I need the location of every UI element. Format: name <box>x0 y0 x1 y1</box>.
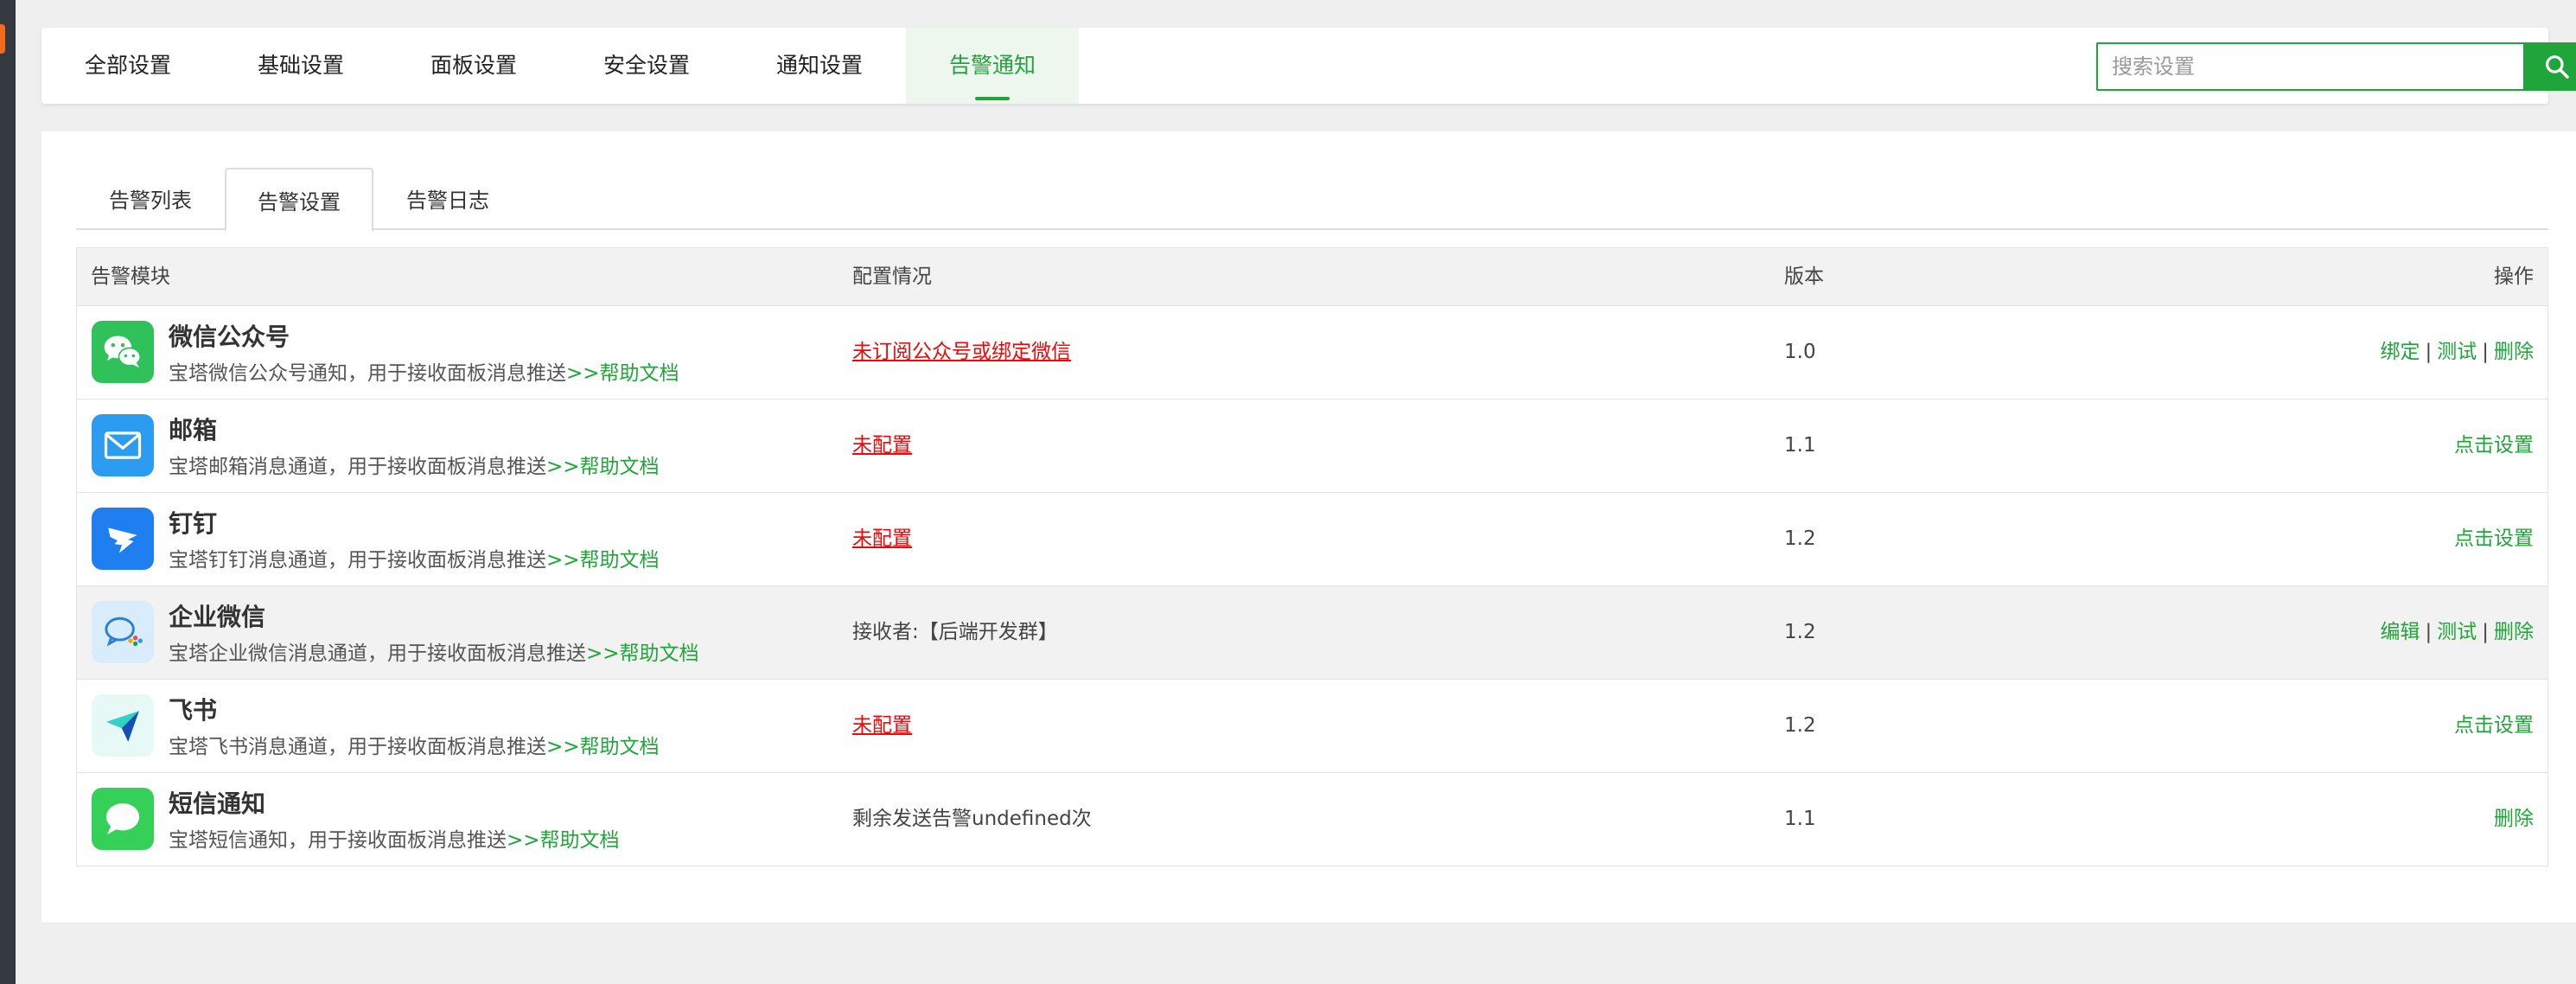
wechat-icon <box>92 321 154 383</box>
table-row: 企业微信 宝塔企业微信消息通道，用于接收面板消息推送>>帮助文档 接收者:【后端… <box>77 586 2547 680</box>
header-module: 告警模块 <box>91 265 170 288</box>
config-status-link[interactable]: 未配置 <box>852 493 912 585</box>
subtab-alert-list[interactable]: 告警列表 <box>76 168 225 230</box>
row-actions: 绑定 | 测试 | 删除 <box>2380 341 2535 363</box>
module-version: 1.2 <box>1784 621 1816 643</box>
settings-nav: 全部设置 基础设置 面板设置 安全设置 通知设置 告警通知 <box>41 28 2576 104</box>
mail-icon <box>92 414 154 476</box>
sidebar-active-marker <box>0 24 5 54</box>
row-actions: 编辑 | 测试 | 删除 <box>2380 621 2535 643</box>
help-doc-link[interactable]: >>帮助文档 <box>566 362 679 385</box>
row-actions: 点击设置 <box>2454 399 2534 492</box>
row-actions: 点击设置 <box>2454 493 2534 585</box>
help-doc-link[interactable]: >>帮助文档 <box>546 456 660 478</box>
module-version: 1.2 <box>1784 714 1816 737</box>
header-config: 配置情况 <box>852 265 932 288</box>
tab-security-settings[interactable]: 安全设置 <box>560 28 733 104</box>
search-input[interactable] <box>2096 42 2523 91</box>
module-name: 钉钉 <box>169 509 218 538</box>
tab-alert-notify[interactable]: 告警通知 <box>906 28 1079 104</box>
module-description: 宝塔企业微信消息通道，用于接收面板消息推送>>帮助文档 <box>169 642 699 665</box>
subtab-alert-log[interactable]: 告警日志 <box>373 168 522 230</box>
module-version: 1.2 <box>1784 527 1816 550</box>
tab-notify-settings[interactable]: 通知设置 <box>733 28 906 104</box>
module-description: 宝塔短信通知，用于接收面板消息推送>>帮助文档 <box>169 829 620 852</box>
delete-button[interactable]: 删除 <box>2494 621 2534 643</box>
test-button[interactable]: 测试 <box>2437 621 2477 643</box>
help-doc-link[interactable]: >>帮助文档 <box>507 829 620 852</box>
module-description: 宝塔飞书消息通道，用于接收面板消息推送>>帮助文档 <box>169 736 660 758</box>
table-row: 邮箱 宝塔邮箱消息通道，用于接收面板消息推送>>帮助文档 未配置 1.1 点击设… <box>77 399 2547 493</box>
setup-button[interactable]: 点击设置 <box>2454 434 2534 457</box>
tab-panel-settings[interactable]: 面板设置 <box>387 28 560 104</box>
feishu-icon <box>92 694 154 757</box>
edit-button[interactable]: 编辑 <box>2381 621 2420 643</box>
wecom-icon <box>92 601 154 663</box>
row-actions: 点击设置 <box>2454 680 2534 772</box>
module-name: 邮箱 <box>169 416 218 444</box>
table-header: 告警模块 配置情况 版本 操作 <box>77 248 2547 306</box>
left-sidebar-edge <box>0 0 16 984</box>
delete-button[interactable]: 删除 <box>2494 808 2534 830</box>
search-button[interactable] <box>2523 42 2576 91</box>
delete-button[interactable]: 删除 <box>2494 341 2534 363</box>
config-status-text: 剩余发送告警undefined次 <box>852 808 1092 830</box>
setup-button[interactable]: 点击设置 <box>2454 527 2534 550</box>
search-icon <box>2546 55 2569 79</box>
tab-basic-settings[interactable]: 基础设置 <box>214 28 387 104</box>
dingtalk-icon <box>92 508 154 570</box>
table-row: 微信公众号 宝塔微信公众号通知，用于接收面板消息推送>>帮助文档 未订阅公众号或… <box>77 306 2547 399</box>
help-doc-link[interactable]: >>帮助文档 <box>546 549 660 572</box>
module-description: 宝塔邮箱消息通道，用于接收面板消息推送>>帮助文档 <box>169 456 660 478</box>
config-status-link[interactable]: 未配置 <box>852 680 912 772</box>
tab-all-settings[interactable]: 全部设置 <box>41 28 214 104</box>
module-description: 宝塔微信公众号通知，用于接收面板消息推送>>帮助文档 <box>169 362 679 385</box>
module-version: 1.1 <box>1784 434 1816 457</box>
test-button[interactable]: 测试 <box>2437 341 2477 363</box>
config-status-text: 接收者:【后端开发群】 <box>852 621 1058 643</box>
alert-module-table: 告警模块 配置情况 版本 操作 微信公众号 宝塔微信公众号通知，用于接收面板消息… <box>76 247 2548 866</box>
config-status-link[interactable]: 未订阅公众号或绑定微信 <box>852 306 1071 399</box>
module-name: 短信通知 <box>169 789 266 818</box>
table-row: 钉钉 宝塔钉钉消息通道，用于接收面板消息推送>>帮助文档 未配置 1.2 点击设… <box>77 493 2547 586</box>
bind-button[interactable]: 绑定 <box>2381 341 2420 363</box>
module-description: 宝塔钉钉消息通道，用于接收面板消息推送>>帮助文档 <box>169 549 660 572</box>
setup-button[interactable]: 点击设置 <box>2454 714 2534 737</box>
module-version: 1.1 <box>1784 808 1816 830</box>
help-doc-link[interactable]: >>帮助文档 <box>546 736 660 758</box>
module-version: 1.0 <box>1784 341 1816 363</box>
table-row: 飞书 宝塔飞书消息通道，用于接收面板消息推送>>帮助文档 未配置 1.2 点击设… <box>77 680 2547 773</box>
module-name: 企业微信 <box>169 603 266 631</box>
header-version: 版本 <box>1784 265 1824 288</box>
alert-subtabs: 告警列表 告警设置 告警日志 <box>76 168 2548 232</box>
module-name: 飞书 <box>169 696 218 725</box>
table-row: 短信通知 宝塔短信通知，用于接收面板消息推送>>帮助文档 剩余发送告警undef… <box>77 773 2547 866</box>
help-doc-link[interactable]: >>帮助文档 <box>586 642 699 665</box>
sms-icon <box>92 788 154 850</box>
header-actions: 操作 <box>2494 265 2534 288</box>
config-status-link[interactable]: 未配置 <box>852 399 912 492</box>
module-name: 微信公众号 <box>169 323 290 351</box>
row-actions: 删除 <box>2494 773 2534 866</box>
subtab-alert-settings[interactable]: 告警设置 <box>225 168 373 232</box>
